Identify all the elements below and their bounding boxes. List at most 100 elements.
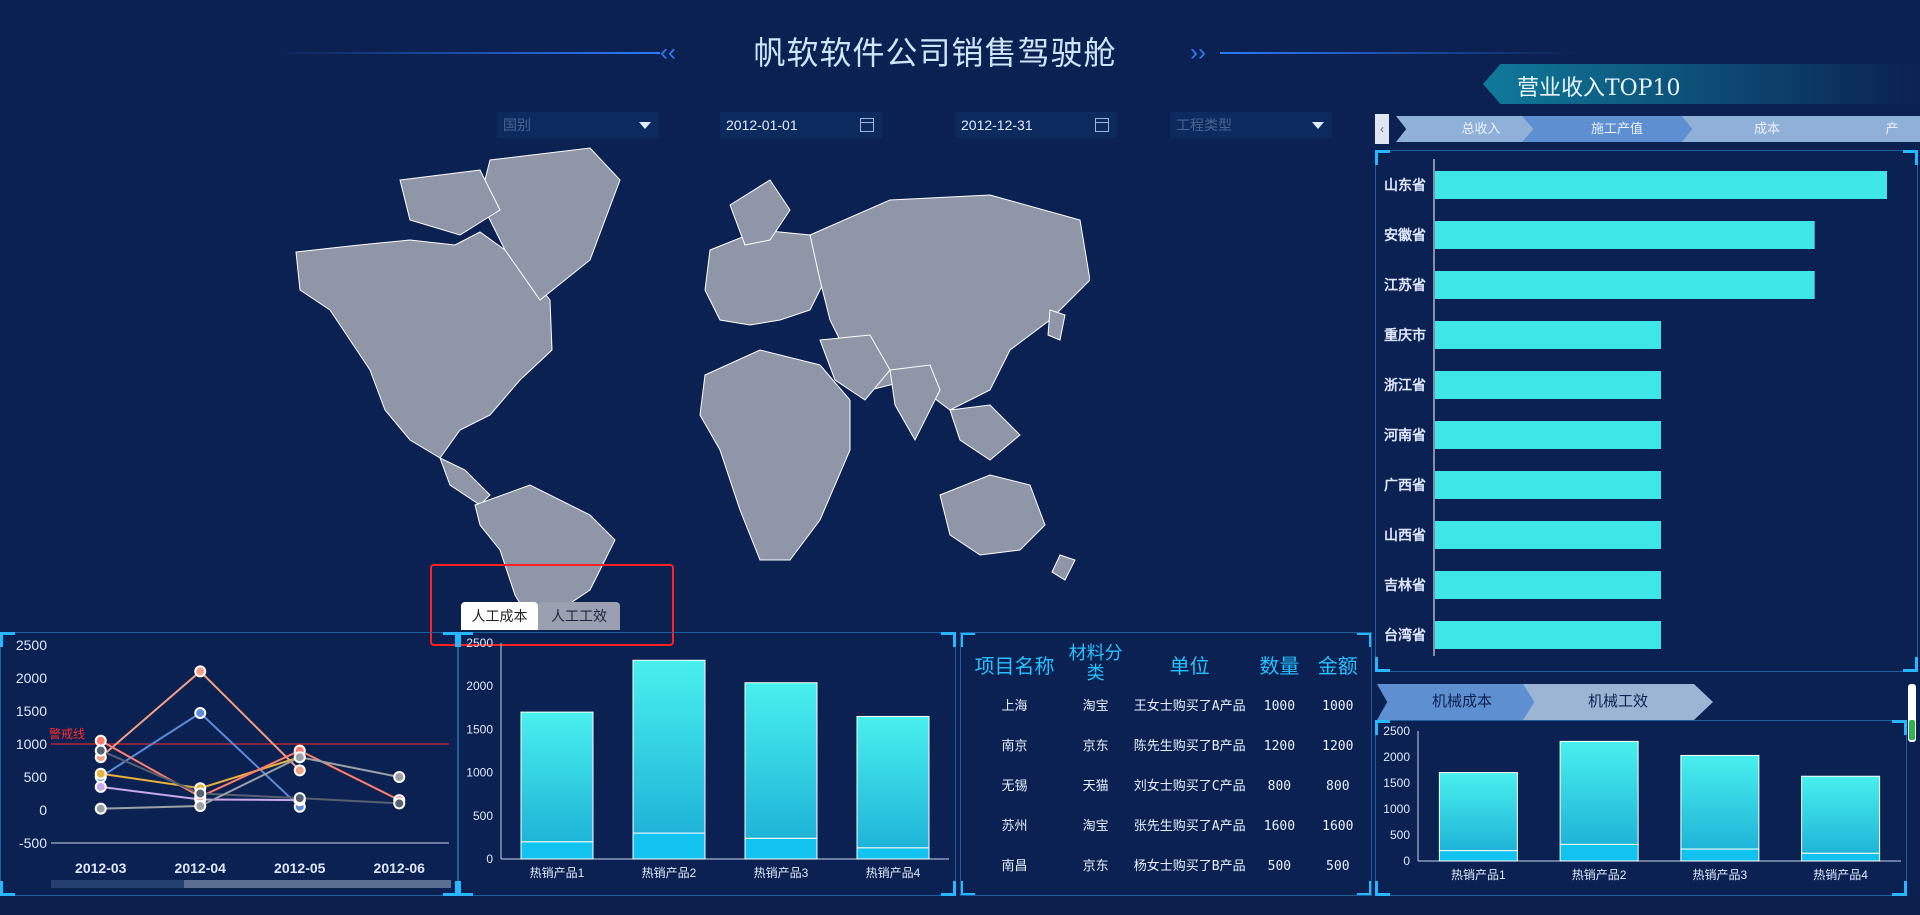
table-row: 南昌 京东 杨女士购买了B产品 500 500 xyxy=(967,847,1367,887)
table-cell: 1200 xyxy=(1263,739,1296,754)
y-tick-label: -500 xyxy=(19,835,47,851)
province-bar xyxy=(1435,321,1661,349)
x-tick-label: 热销产品4 xyxy=(866,866,921,880)
column-project-name: 项目名称 xyxy=(974,653,1055,678)
tab-labor-efficiency-label: 人工工效 xyxy=(551,608,607,624)
end-date-input[interactable]: 2012-12-31 xyxy=(955,112,1117,138)
y-tick-label: 1000 xyxy=(466,766,493,780)
y-tick-label: 2500 xyxy=(466,636,493,650)
header-right-deco xyxy=(1220,52,1580,54)
bar-segment-top xyxy=(1559,740,1639,845)
province-label: 江苏省 xyxy=(1384,277,1426,293)
labor-line-chart[interactable]: -500 0 500 1000 1500 2000 2500 2012-03 2012-04 20… xyxy=(1,633,459,897)
machine-bar-chart[interactable]: 0 500 1000 1500 2000 2500 热销产品1 热销产品2 热销产品3 热销产品4 xyxy=(1376,721,1908,897)
x-tick-label: 热销产品3 xyxy=(754,866,809,880)
labor-line-panel: -500 0 500 1000 1500 2000 2500 2012-03 2012-04 20… xyxy=(0,632,458,896)
world-map[interactable] xyxy=(290,140,1090,620)
series-point xyxy=(94,802,107,815)
bar-segment-base xyxy=(744,837,818,860)
table-row: 南京 京东 陈先生购买了B产品 1200 1200 xyxy=(967,727,1367,767)
top10-tabs-prev-button[interactable]: ‹ xyxy=(1375,114,1389,144)
map-india xyxy=(889,364,941,442)
tab-machine-efficiency-label: 机械工效 xyxy=(1587,693,1648,710)
y-tick-label: 500 xyxy=(1390,828,1410,842)
bar-segment-top xyxy=(1438,772,1518,852)
province-bar xyxy=(1435,471,1661,499)
y-tick-label: 1500 xyxy=(1383,776,1410,790)
x-tick-label: 热销产品1 xyxy=(1451,868,1506,882)
chevron-down-icon xyxy=(1312,122,1324,129)
map-europe xyxy=(704,229,831,326)
table-cell: 800 xyxy=(1326,779,1350,794)
x-tick-label: 2012-03 xyxy=(75,860,127,876)
table-cell: 1200 xyxy=(1322,739,1354,754)
series-point xyxy=(194,787,207,800)
table-cell: 王女士购买了A产品 xyxy=(1133,699,1246,714)
bar-segment-base xyxy=(1801,852,1881,862)
bar-segment-base xyxy=(1680,848,1760,862)
machine-tabbar: 机械成本 机械工效 xyxy=(1375,684,1725,720)
right-scroll-thumb[interactable] xyxy=(1909,720,1915,740)
map-africa xyxy=(699,349,851,561)
country-select[interactable]: 国别 xyxy=(497,112,659,138)
province-bar xyxy=(1435,621,1661,649)
y-tick-label: 0 xyxy=(1403,854,1410,868)
labor-bar-panel: 0 500 1000 1500 2000 2500 热销产品1 热销产品2 热销产品3 热销产品4 xyxy=(458,632,956,896)
tab-construction-output[interactable]: 施工产值 xyxy=(1522,116,1712,142)
top10-panel: 山东省 安徽省 江苏省 重庆市 浙江省 河南省 广西省 山西省 吉林省 台湾省 xyxy=(1375,150,1918,672)
table-cell: 杨女士购买了B产品 xyxy=(1133,859,1246,874)
y-tick-label: 1000 xyxy=(16,736,47,752)
column-material-category: 材料分类 xyxy=(1068,643,1123,684)
y-tick-label: 1500 xyxy=(16,703,47,719)
tab-machine-efficiency[interactable]: 机械工效 xyxy=(1523,684,1713,720)
province-label: 广西省 xyxy=(1384,477,1426,493)
series-line xyxy=(100,670,301,772)
series-point xyxy=(94,734,107,747)
series-point xyxy=(194,665,207,678)
y-tick-label: 2500 xyxy=(1383,724,1410,738)
tab-labor-cost-label: 人工成本 xyxy=(471,608,528,624)
tab-labor-efficiency[interactable]: 人工工效 xyxy=(538,602,620,630)
table-cell: 天猫 xyxy=(1062,887,1129,895)
bar-segment-top xyxy=(1801,775,1881,854)
table-cell: 800 xyxy=(1267,779,1292,794)
bar-segment-top xyxy=(632,659,706,834)
province-label: 台湾省 xyxy=(1384,627,1426,643)
tab-construction-output-label: 施工产值 xyxy=(1590,121,1643,136)
table-row: 无锡 天猫 刘女士购买了C产品 800 800 xyxy=(967,767,1367,807)
column-amount: 金额 xyxy=(1317,653,1358,678)
tab-cost[interactable]: 成本 xyxy=(1682,116,1852,142)
series-point xyxy=(293,792,306,805)
map-southeast-asia xyxy=(949,404,1021,461)
tab-labor-cost[interactable]: 人工成本 xyxy=(461,602,538,630)
x-tick-label: 热销产品2 xyxy=(1572,868,1627,882)
warning-line-label: 警戒线 xyxy=(49,726,85,741)
tab-machine-cost[interactable]: 机械成本 xyxy=(1377,684,1547,720)
province-label: 安徽省 xyxy=(1384,227,1426,243)
table-cell: 淘宝 xyxy=(1082,699,1109,714)
table-cell: 陈先生购买了B产品 xyxy=(1133,739,1246,754)
project-type-select[interactable]: 工程类型 xyxy=(1170,112,1332,138)
table-cell: 500 xyxy=(1326,859,1350,874)
province-bar xyxy=(1435,571,1661,599)
tab-cost-label: 成本 xyxy=(1753,121,1780,136)
line-chart-scrollbar[interactable] xyxy=(51,880,451,888)
series-point xyxy=(393,771,406,783)
series-point xyxy=(293,751,306,764)
series-point xyxy=(94,744,107,757)
map-new-zealand xyxy=(1051,554,1076,581)
top10-tabbar: 总收入 施工产值 成本 产 xyxy=(1392,116,1920,144)
table-header-row: 项目名称 材料分类 单位 数量 金额 xyxy=(967,641,1367,687)
right-scrollbar[interactable] xyxy=(1908,684,1916,742)
province-bar-chart[interactable]: 山东省安徽省江苏省重庆市浙江省河南省广西省山西省吉林省台湾省 xyxy=(1376,151,1919,673)
project-table: 项目名称 材料分类 单位 数量 金额 上海 淘宝 王女士购买了A产品 1000 1000… xyxy=(967,641,1367,895)
province-bar xyxy=(1435,521,1661,549)
tab-more[interactable]: 产 xyxy=(1832,116,1920,142)
labor-bar-chart[interactable]: 0 500 1000 1500 2000 2500 热销产品1 热销产品2 热销产品3 热销产品4 xyxy=(459,633,957,897)
bar-segment-top xyxy=(744,682,818,839)
line-chart-scroll-thumb[interactable] xyxy=(184,880,451,888)
start-date-input[interactable]: 2012-01-01 xyxy=(720,112,882,138)
end-date-value: 2012-12-31 xyxy=(961,117,1033,133)
y-tick-label: 0 xyxy=(486,852,493,866)
series-point xyxy=(194,800,207,813)
